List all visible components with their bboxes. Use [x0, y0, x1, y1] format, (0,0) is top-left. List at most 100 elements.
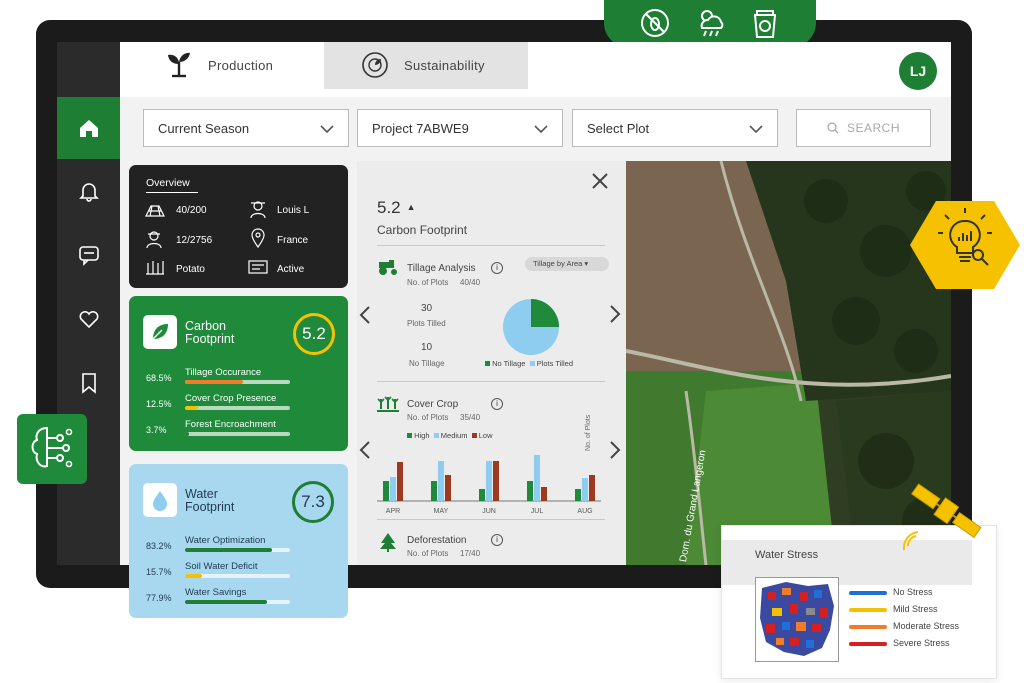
overview-workers: 12/2756 [176, 235, 213, 246]
cover-ylabel: No. of Plots [585, 414, 592, 451]
water-footprint-card[interactable]: Water Footprint 7.3 83.2% Water Optimizat… [129, 464, 348, 618]
metric-bar-fill [185, 432, 190, 436]
metric-bar [185, 574, 290, 578]
project-dropdown-value: Project 7ABWE9 [372, 120, 469, 136]
nav-messages[interactable] [57, 224, 120, 286]
tillage-val-low: 10 [421, 342, 433, 353]
plot-dropdown-value: Select Plot [587, 120, 650, 136]
search-label: SEARCH [846, 121, 900, 135]
bar-high [383, 481, 389, 501]
bar-low [541, 487, 547, 501]
drop-badge [143, 483, 177, 517]
water-title-line2: Footprint [185, 500, 235, 514]
metric-label: Water Optimization [185, 535, 266, 546]
home-icon [79, 120, 98, 137]
metric-label: Cover Crop Presence [185, 393, 277, 404]
plot-dropdown[interactable]: Select Plot [572, 109, 778, 147]
next-arrow-icon[interactable] [609, 440, 621, 460]
deforestation-icon [380, 533, 396, 552]
metric-bar [185, 548, 290, 552]
next-arrow-icon[interactable] [609, 304, 621, 324]
pie-slice-no-tillage [531, 299, 559, 327]
tillage-lbl-low: No Tillage [409, 359, 445, 368]
tab-sustainability[interactable]: Sustainability [324, 42, 528, 89]
bar-low [493, 461, 499, 501]
app-stage: Production Sustainability 5.2 ▲ Carbon Fo… [0, 0, 1024, 683]
user-avatar[interactable]: LJ [899, 52, 937, 90]
eco-globe-icon [362, 52, 388, 78]
metric-bar-fill [185, 574, 202, 578]
worker-icon [146, 231, 162, 249]
water-stress-map[interactable] [755, 577, 839, 662]
cover-sub-val: 35/40 [460, 413, 481, 422]
stress-legend-swatch [849, 625, 887, 629]
fertilizer-bag-icon[interactable] [748, 6, 782, 40]
cover-crop-icon [377, 396, 399, 412]
status-list-icon [248, 260, 268, 274]
month-tick-label: JUL [531, 508, 544, 515]
stress-legend-label: Severe Stress [893, 638, 950, 648]
weather-icon[interactable] [694, 6, 728, 40]
deforest-sub: No. of Plots [407, 549, 449, 558]
season-dropdown[interactable]: Current Season [143, 109, 349, 147]
prev-arrow-icon[interactable] [359, 305, 371, 325]
ai-insights-badge[interactable] [17, 414, 87, 484]
field-icon [145, 205, 165, 217]
prev-arrow-icon[interactable] [359, 440, 371, 460]
search-button[interactable]: SEARCH [796, 109, 931, 147]
metric-bar-fill [185, 380, 243, 384]
nav-bookmarks[interactable] [57, 352, 120, 414]
month-tick-label: APR [386, 508, 400, 515]
project-dropdown[interactable]: Project 7ABWE9 [357, 109, 563, 147]
info-icon[interactable]: i [491, 262, 503, 274]
metric-bar-fill [185, 600, 267, 604]
water-drop-icon [153, 491, 167, 511]
insights-hex-badge[interactable] [908, 199, 1022, 291]
legend-low: Low [478, 431, 493, 440]
metric-bar [185, 380, 290, 384]
stress-legend-swatch [849, 591, 887, 595]
metric-bar [185, 600, 290, 604]
overview-crop: Potato [176, 264, 205, 275]
tab-production[interactable]: Production [120, 42, 324, 89]
pest-icon[interactable] [638, 6, 672, 40]
cover-crop-chart: APR MAY JUN JUL AUG [377, 455, 601, 515]
sprout-icon [168, 52, 190, 78]
nav-home[interactable] [57, 97, 120, 159]
water-score-badge: 7.3 [292, 481, 334, 523]
bar-medium [582, 478, 588, 501]
search-icon [827, 122, 839, 134]
carbon-footprint-card[interactable]: Carbon Footprint 5.2 68.5% Tillage Occura… [129, 296, 348, 451]
heart-icon [79, 310, 98, 329]
bookmark-icon [81, 373, 96, 394]
location-pin-icon [251, 228, 265, 248]
stress-legend-label: Moderate Stress [893, 621, 960, 631]
bar-low [445, 475, 451, 501]
cover-legend: High Medium Low [407, 431, 493, 440]
stress-map-canvas [760, 582, 834, 656]
leaf-icon [152, 324, 168, 340]
tractor-icon [379, 260, 397, 275]
tillage-dropdown-label: Tillage by Area [533, 259, 583, 268]
bar-low [397, 462, 403, 501]
metric-percent: 15.7% [146, 567, 172, 577]
detail-score-title: Carbon Footprint [377, 223, 468, 237]
crop-icon [146, 261, 164, 275]
overview-status: Active [277, 264, 305, 275]
info-icon[interactable]: i [491, 398, 503, 410]
bar-high [479, 489, 485, 501]
bar-high [527, 481, 533, 501]
metric-label: Forest Encroachment [185, 419, 276, 430]
carbon-card-title: Carbon Footprint [185, 320, 234, 346]
overview-card: Overview 40/200 Louis L 12/2756 France P… [129, 165, 348, 288]
bar-low [589, 475, 595, 501]
tab-bar: Production Sustainability [120, 42, 951, 97]
quick-tools-badge [604, 0, 816, 47]
info-icon[interactable]: i [491, 534, 503, 546]
close-icon[interactable] [590, 171, 610, 191]
stress-legend-label: Mild Stress [893, 604, 938, 614]
chat-icon [78, 246, 99, 266]
nav-notifications[interactable] [57, 160, 120, 222]
nav-favorites[interactable] [57, 288, 120, 350]
tillage-dropdown[interactable]: Tillage by Area ▾ [525, 257, 609, 271]
